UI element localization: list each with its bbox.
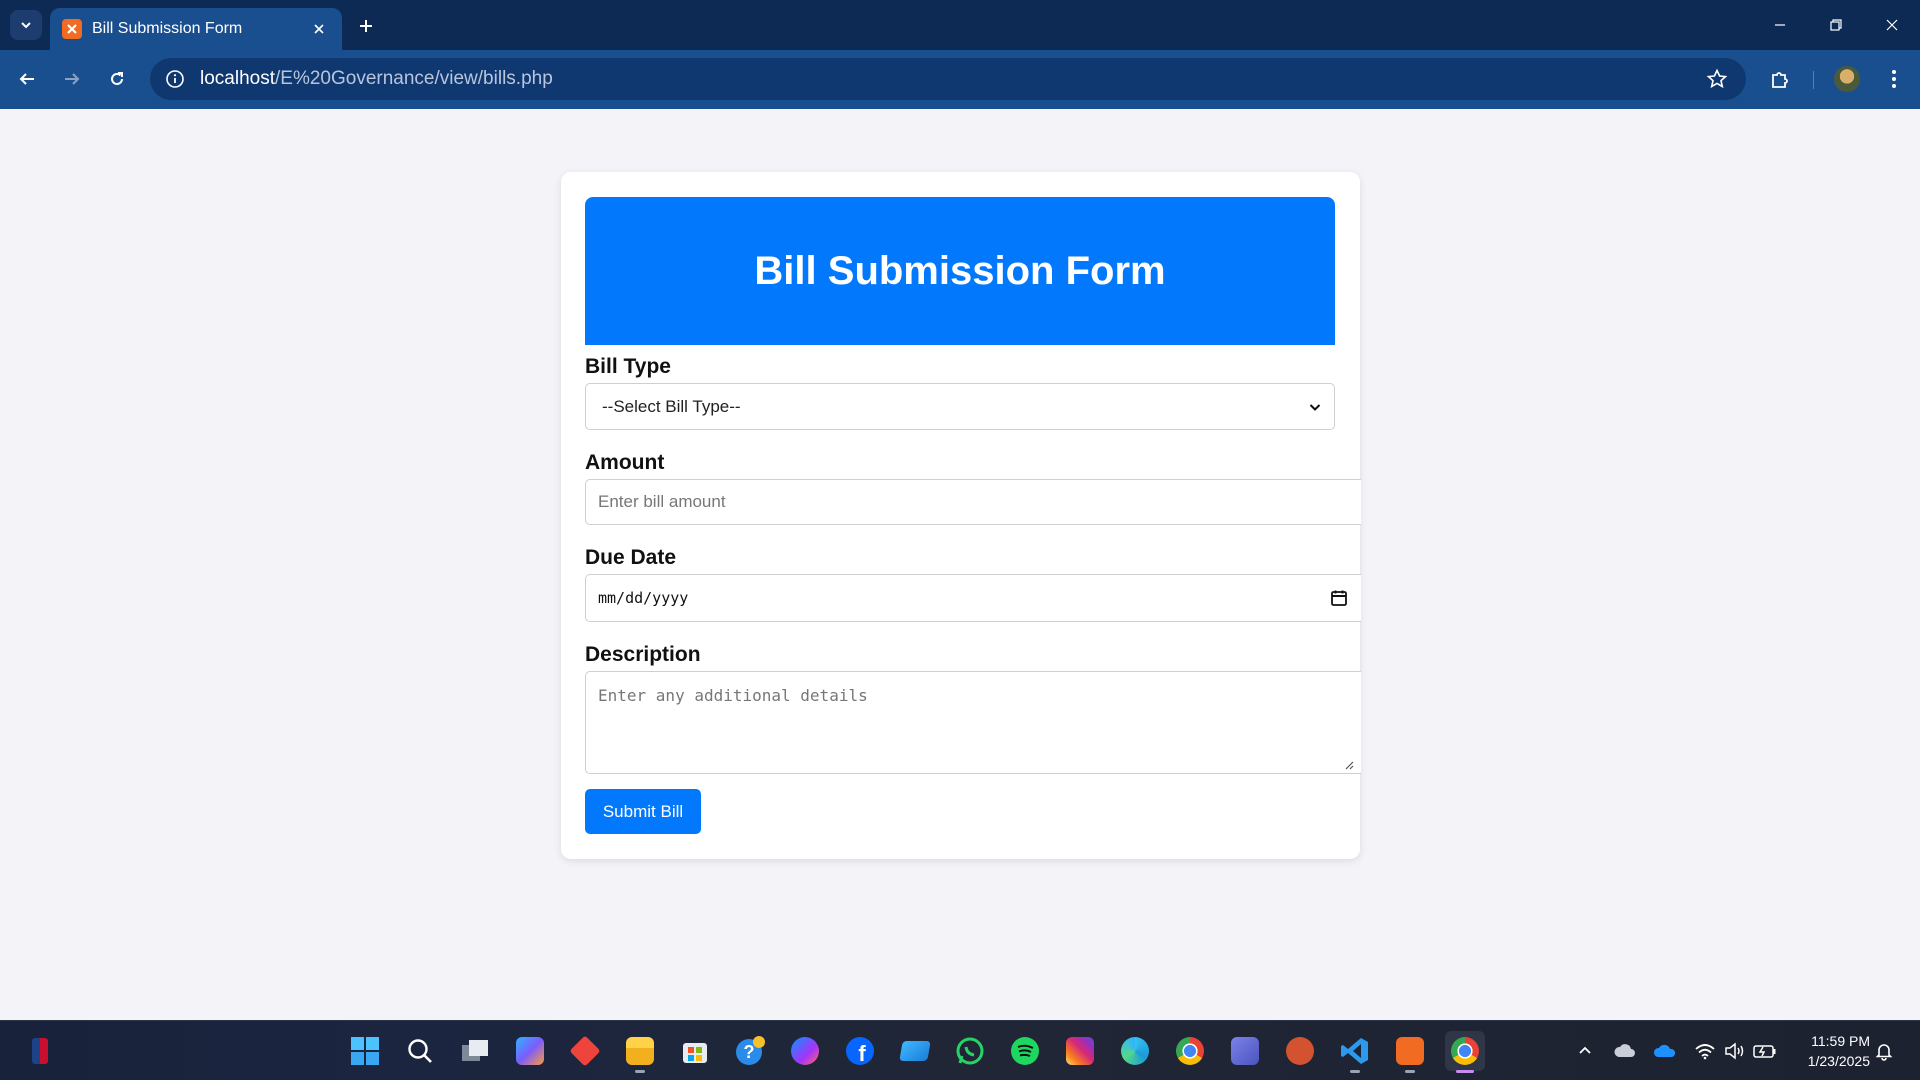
whatsapp-icon[interactable] (950, 1031, 990, 1071)
windows-taskbar: ? f 11:59 PM 1/23/2025 (0, 1020, 1920, 1080)
reload-icon (111, 72, 123, 85)
due-date-value: mm/dd/yyyy (598, 589, 689, 607)
tab-title: Bill Submission Form (92, 20, 243, 37)
svg-text:f: f (858, 1041, 866, 1066)
amount-label: Amount (585, 451, 665, 474)
back-button[interactable] (10, 62, 44, 96)
toolbar-separator (1813, 71, 1814, 89)
due-date-input[interactable]: mm/dd/yyyy (585, 574, 1361, 622)
bill-type-selected-value: --Select Bill Type-- (602, 396, 741, 416)
bill-type-label: Bill Type (585, 355, 671, 378)
chevron-down-icon (1309, 403, 1321, 411)
minimize-icon (1775, 24, 1785, 26)
due-date-label: Due Date (585, 546, 677, 569)
restore-icon (1830, 19, 1842, 31)
browser-tab[interactable]: Bill Submission Form (50, 8, 342, 50)
file-explorer-icon[interactable] (620, 1031, 660, 1073)
anydesk-icon[interactable] (565, 1031, 605, 1071)
form-header: Bill Submission Form (585, 197, 1335, 345)
copilot-icon[interactable] (510, 1031, 550, 1071)
forward-button[interactable] (55, 62, 89, 96)
restore-button[interactable] (1808, 0, 1864, 50)
arrow-left-icon (19, 73, 34, 85)
tab-search-button[interactable] (10, 10, 42, 40)
powerpoint-icon[interactable] (1280, 1031, 1320, 1071)
puzzle-icon (1772, 72, 1788, 88)
taskbar-clock[interactable]: 11:59 PM 1/23/2025 (1790, 1031, 1870, 1071)
edge-icon[interactable] (1115, 1031, 1155, 1071)
help-icon[interactable]: ? (730, 1031, 770, 1071)
minimize-button[interactable] (1752, 0, 1808, 50)
page-title: Bill Submission Form (754, 248, 1166, 293)
amount-placeholder: Enter bill amount (598, 492, 726, 511)
site-info-icon[interactable] (164, 68, 186, 90)
chevron-down-icon (21, 22, 31, 29)
instagram-icon[interactable] (1060, 1031, 1100, 1071)
xampp-favicon-icon (62, 19, 82, 39)
plus-icon (360, 20, 372, 32)
close-window-button[interactable] (1864, 0, 1920, 50)
app-icon[interactable] (895, 1031, 935, 1071)
onedrive-icon[interactable] (1653, 1039, 1677, 1063)
teams-icon[interactable] (1225, 1031, 1265, 1071)
store-icon[interactable] (675, 1031, 715, 1071)
calendar-icon[interactable] (1330, 589, 1348, 607)
window-controls (1752, 0, 1920, 50)
browser-toolbar: localhost/E%20Governance/view/bills.php (0, 50, 1920, 109)
arrow-right-icon (65, 73, 80, 85)
description-textarea[interactable]: Enter any additional details (585, 671, 1361, 774)
extensions-button[interactable] (1763, 62, 1797, 96)
url-path: /E%20Governance/view/bills.php (275, 68, 553, 89)
task-view-icon[interactable] (455, 1031, 495, 1071)
url-text: localhost/E%20Governance/view/bills.php (200, 68, 553, 90)
profile-button[interactable] (1830, 62, 1864, 96)
facebook-icon[interactable]: f (840, 1031, 880, 1071)
submit-bill-button[interactable]: Submit Bill (585, 789, 701, 834)
wifi-icon[interactable] (1693, 1039, 1717, 1063)
bookmark-star-icon[interactable] (1706, 68, 1728, 90)
page-viewport: Bill Submission Form Bill Type --Select … (0, 109, 1920, 1020)
messenger-icon[interactable] (785, 1031, 825, 1071)
url-host: localhost (200, 68, 275, 89)
reload-button[interactable] (100, 62, 134, 96)
close-icon (1886, 19, 1898, 31)
clock-time: 11:59 PM (1811, 1033, 1870, 1049)
avatar (1834, 66, 1860, 92)
xampp-icon[interactable] (1390, 1031, 1430, 1073)
show-hidden-icons-icon[interactable] (1573, 1039, 1597, 1063)
cloud-sync-icon[interactable] (1613, 1039, 1637, 1063)
nba-icon[interactable] (20, 1031, 60, 1071)
spotify-icon[interactable] (1005, 1031, 1045, 1071)
bill-type-select[interactable]: --Select Bill Type-- (585, 383, 1335, 430)
resize-handle-icon[interactable] (1344, 760, 1354, 770)
address-bar[interactable]: localhost/E%20Governance/view/bills.php (150, 58, 1746, 100)
chrome-icon[interactable] (1170, 1031, 1210, 1071)
browser-menu-button[interactable] (1877, 62, 1911, 96)
volume-icon[interactable] (1723, 1039, 1747, 1063)
close-tab-icon[interactable] (308, 18, 330, 40)
search-icon[interactable] (400, 1031, 440, 1071)
browser-tabstrip: Bill Submission Form (0, 0, 1920, 50)
notifications-icon[interactable] (1872, 1039, 1896, 1063)
svg-text:?: ? (744, 1042, 755, 1062)
vscode-icon[interactable] (1335, 1031, 1375, 1073)
form-card: Bill Submission Form Bill Type --Select … (561, 172, 1361, 859)
description-placeholder: Enter any additional details (598, 686, 868, 705)
amount-input[interactable]: Enter bill amount (585, 479, 1361, 525)
start-icon[interactable] (345, 1031, 385, 1071)
clock-date: 1/23/2025 (1807, 1053, 1870, 1069)
chrome-active-icon[interactable] (1445, 1031, 1485, 1073)
battery-icon[interactable] (1753, 1039, 1777, 1063)
more-vertical-icon (1892, 70, 1896, 88)
new-tab-button[interactable] (352, 12, 380, 40)
description-label: Description (585, 643, 701, 666)
